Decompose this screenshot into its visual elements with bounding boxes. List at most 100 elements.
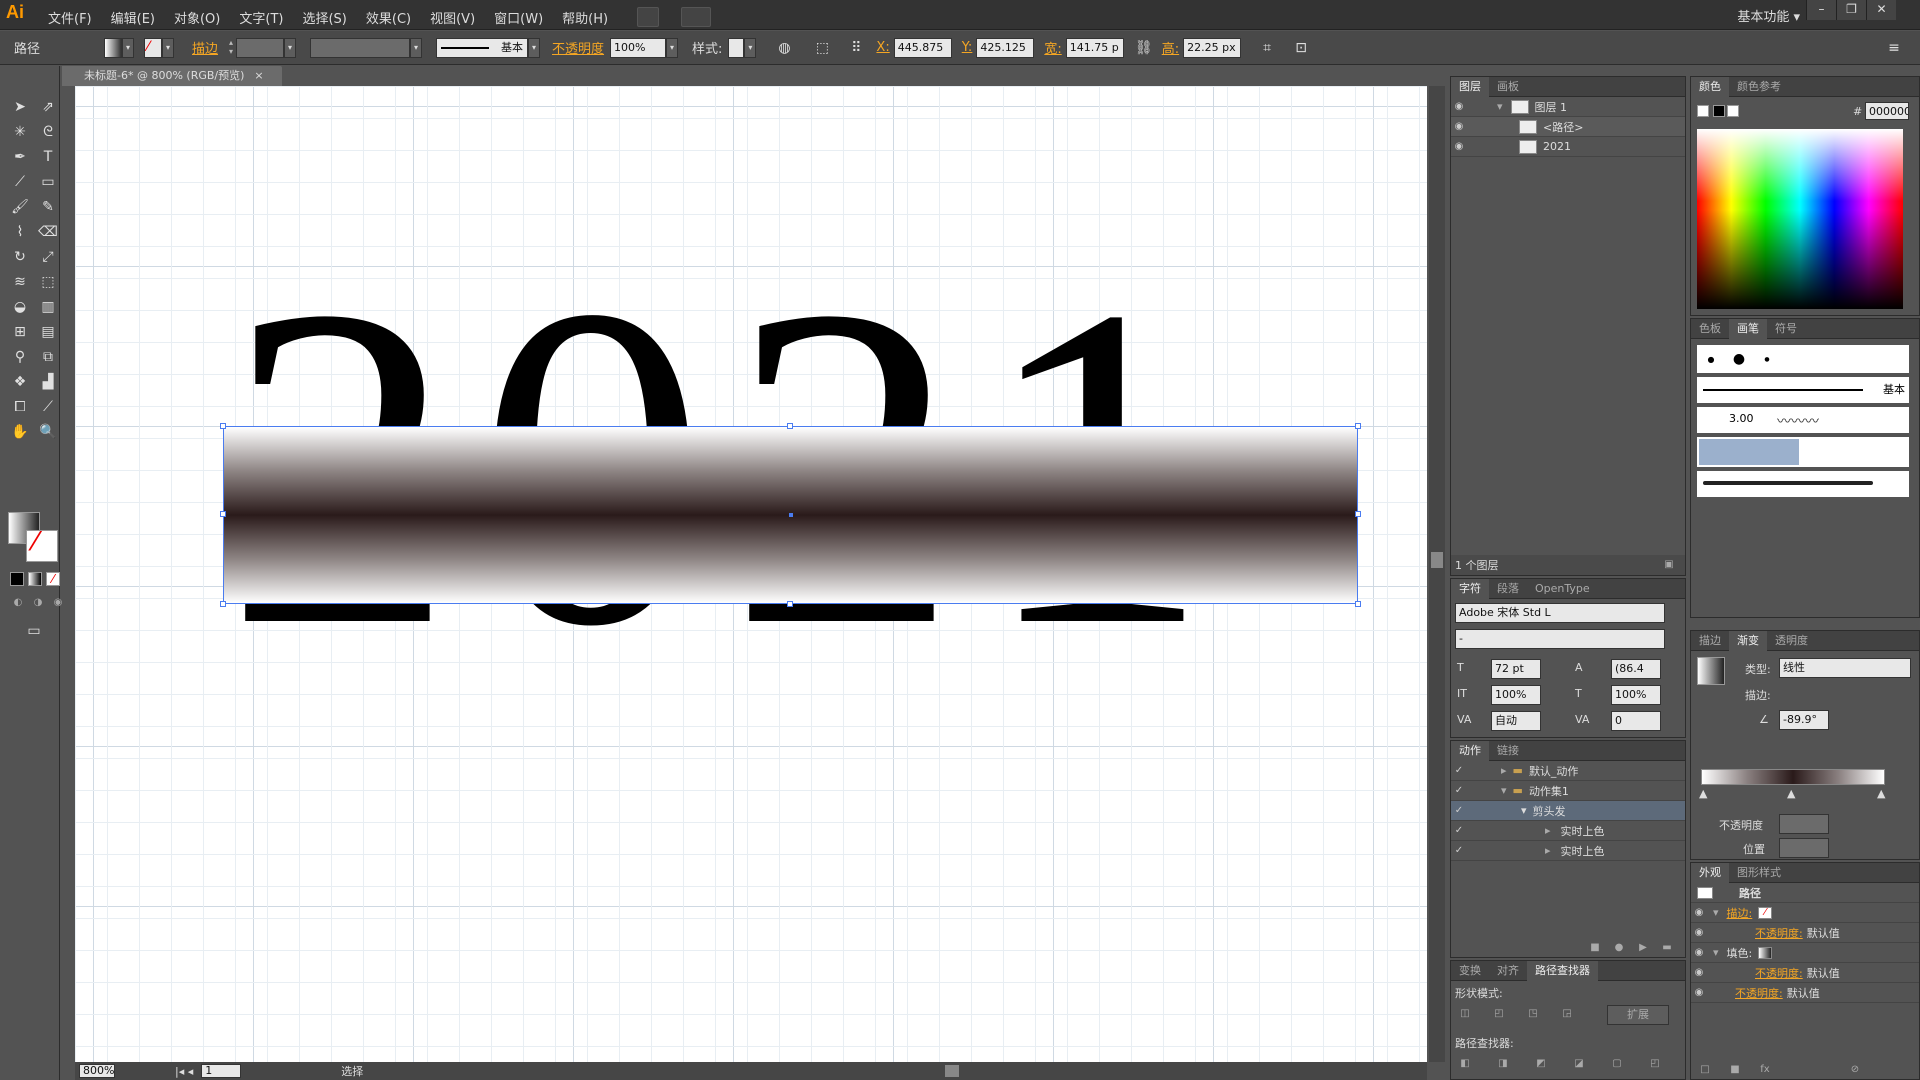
tab-transparency[interactable]: 透明度 bbox=[1767, 631, 1816, 651]
eyedropper-tool-icon[interactable]: ⚲ bbox=[8, 346, 32, 368]
tab-pathfinder[interactable]: 路径查找器 bbox=[1527, 960, 1598, 981]
draw-normal-icon[interactable]: ◐ bbox=[10, 596, 26, 610]
action-set-name[interactable]: 默认_动作 bbox=[1529, 763, 1579, 779]
document-tab[interactable]: 未标题-6* @ 800% (RGB/预览) × bbox=[62, 66, 282, 86]
horizontal-scroll-thumb[interactable] bbox=[945, 1065, 959, 1077]
tab-appearance[interactable]: 外观 bbox=[1691, 862, 1729, 883]
angle-field[interactable]: -89.9° bbox=[1779, 710, 1829, 730]
expand-triangle-icon[interactable]: ▸ bbox=[1545, 844, 1551, 857]
selection-handle[interactable] bbox=[787, 601, 793, 607]
hand-tool-icon[interactable]: ✋ bbox=[8, 421, 32, 443]
visibility-eye-icon[interactable]: ◉ bbox=[1691, 947, 1707, 958]
menu-select[interactable]: 选择(S) bbox=[302, 8, 346, 27]
minus-back-icon[interactable]: ◰ bbox=[1647, 1057, 1663, 1071]
scroll-thumb[interactable] bbox=[1431, 552, 1443, 568]
close-icon[interactable]: ✕ bbox=[1866, 0, 1896, 20]
gradient-slider[interactable] bbox=[1701, 769, 1885, 785]
gradient-rectangle-path[interactable] bbox=[220, 423, 1361, 607]
tab-artboards[interactable]: 画板 bbox=[1489, 77, 1527, 97]
magic-wand-tool-icon[interactable]: ✳ bbox=[8, 121, 32, 143]
width-field[interactable]: 141.75 p bbox=[1065, 37, 1124, 58]
stroke-dropdown[interactable]: ▾ bbox=[162, 37, 174, 58]
eraser-tool-icon[interactable]: ⌫ bbox=[36, 221, 60, 243]
menu-edit[interactable]: 编辑(E) bbox=[111, 8, 155, 27]
check-icon[interactable]: ✓ bbox=[1451, 845, 1467, 856]
line-tool-icon[interactable]: ⟋ bbox=[8, 171, 32, 193]
tab-gradient[interactable]: 渐变 bbox=[1729, 630, 1767, 651]
selection-handle[interactable] bbox=[1355, 601, 1361, 607]
none-swatch-icon[interactable] bbox=[1697, 105, 1709, 117]
tab-actions[interactable]: 动作 bbox=[1451, 740, 1489, 761]
menu-effect[interactable]: 效果(C) bbox=[366, 8, 411, 27]
add-fill-icon[interactable]: ■ bbox=[1727, 1063, 1743, 1077]
exclude-icon[interactable]: ◲ bbox=[1559, 1007, 1575, 1021]
free-transform-tool-icon[interactable]: ⬚ bbox=[36, 271, 60, 293]
workspace-switcher[interactable]: 基本功能 ▾ bbox=[1737, 6, 1800, 25]
stop-position-field[interactable] bbox=[1779, 838, 1829, 858]
action-step-name[interactable]: 实时上色 bbox=[1561, 823, 1605, 839]
slice-tool-icon[interactable]: ⟋ bbox=[36, 396, 60, 418]
menu-type[interactable]: 文字(T) bbox=[239, 8, 283, 27]
appearance-opacity-label[interactable]: 不透明度: bbox=[1735, 985, 1783, 1001]
bridge-button[interactable] bbox=[637, 7, 660, 27]
reference-point-icon[interactable]: ⠿ bbox=[844, 37, 868, 59]
zoom-tool-icon[interactable]: 🔍 bbox=[36, 421, 60, 443]
visibility-eye-icon[interactable]: ◉ bbox=[1451, 141, 1467, 152]
artboard-number-field[interactable]: 1 bbox=[201, 1064, 242, 1078]
layer-name[interactable]: <路径> bbox=[1543, 119, 1583, 135]
selection-handle[interactable] bbox=[220, 601, 226, 607]
tab-color[interactable]: 颜色 bbox=[1691, 76, 1729, 97]
layer-row[interactable]: ◉ 2021 bbox=[1451, 137, 1685, 157]
gradient-stop[interactable]: ▲ bbox=[1787, 787, 1795, 800]
pattern-brush-row[interactable] bbox=[1697, 437, 1909, 467]
tab-opentype[interactable]: OpenType bbox=[1527, 579, 1598, 599]
pencil-tool-icon[interactable]: ✎ bbox=[36, 196, 60, 218]
perspective-grid-tool-icon[interactable]: ▥ bbox=[36, 296, 60, 318]
tab-swatches[interactable]: 色板 bbox=[1691, 319, 1729, 339]
expand-triangle-icon[interactable]: ▸ bbox=[1545, 824, 1551, 837]
tab-symbols[interactable]: 符号 bbox=[1767, 319, 1805, 339]
paintbrush-tool-icon[interactable]: 🖌 bbox=[8, 196, 32, 218]
appearance-stroke-row[interactable]: ◉ ▾ 描边: ⁄ bbox=[1691, 903, 1919, 923]
stroke-label[interactable]: 描边 bbox=[192, 38, 218, 57]
menu-help[interactable]: 帮助(H) bbox=[562, 8, 608, 27]
action-set-name[interactable]: 动作集1 bbox=[1529, 783, 1569, 799]
selection-handle[interactable] bbox=[220, 511, 226, 517]
black-swatch[interactable] bbox=[1713, 105, 1725, 117]
dot-brush-large[interactable]: ● bbox=[1725, 351, 1753, 367]
selection-handle[interactable] bbox=[787, 423, 793, 429]
menu-object[interactable]: 对象(O) bbox=[174, 8, 220, 27]
font-style-field[interactable]: - bbox=[1455, 629, 1665, 649]
fill-dropdown[interactable]: ▾ bbox=[122, 37, 134, 58]
rectangle-tool-icon[interactable]: ▭ bbox=[36, 171, 60, 193]
intersect-icon[interactable]: ◳ bbox=[1525, 1007, 1541, 1021]
visibility-eye-icon[interactable]: ◉ bbox=[1691, 967, 1707, 978]
tab-layers[interactable]: 图层 bbox=[1451, 76, 1489, 97]
stroke-color-icon[interactable]: ⁄ bbox=[26, 527, 58, 562]
expand-triangle-icon[interactable]: ▾ bbox=[1497, 100, 1503, 113]
appearance-opacity-row[interactable]: ◉ 不透明度: 默认值 bbox=[1691, 983, 1919, 1003]
style-dropdown[interactable]: ▾ bbox=[744, 37, 757, 58]
tab-graphic-styles[interactable]: 图形样式 bbox=[1729, 863, 1789, 883]
transform-icon[interactable]: ⌗ bbox=[1255, 37, 1279, 59]
width-tool-icon[interactable]: ≋ bbox=[8, 271, 32, 293]
menu-view[interactable]: 视图(V) bbox=[430, 8, 475, 27]
check-icon[interactable]: ✓ bbox=[1451, 785, 1467, 796]
style-swatch[interactable] bbox=[728, 37, 745, 58]
y-field[interactable]: 425.125 bbox=[976, 37, 1035, 58]
artboard-nav-icon[interactable]: |◂ ◂ bbox=[175, 1065, 193, 1078]
check-icon[interactable]: ✓ bbox=[1451, 805, 1467, 816]
font-family-field[interactable]: Adobe 宋体 Std L bbox=[1455, 603, 1665, 623]
direct-selection-tool-icon[interactable]: ⇗ bbox=[36, 96, 60, 118]
tab-character[interactable]: 字符 bbox=[1451, 578, 1489, 599]
expand-triangle-icon[interactable]: ▾ bbox=[1713, 906, 1719, 919]
layer-name[interactable]: 图层 1 bbox=[1535, 99, 1568, 115]
height-field[interactable]: 22.25 px bbox=[1183, 37, 1242, 58]
fill-swatch[interactable] bbox=[104, 37, 122, 58]
calligraphic-brush-row[interactable]: 3.00 〰〰〰 bbox=[1697, 407, 1909, 433]
close-tab-icon[interactable]: × bbox=[254, 69, 263, 82]
vertical-scale-field[interactable]: 100% bbox=[1491, 685, 1541, 705]
fill-gradient-swatch[interactable] bbox=[1758, 946, 1773, 959]
action-row[interactable]: ✓ ▾ ▬ 动作集1 bbox=[1451, 781, 1685, 801]
outline-icon[interactable]: ▢ bbox=[1609, 1057, 1625, 1071]
